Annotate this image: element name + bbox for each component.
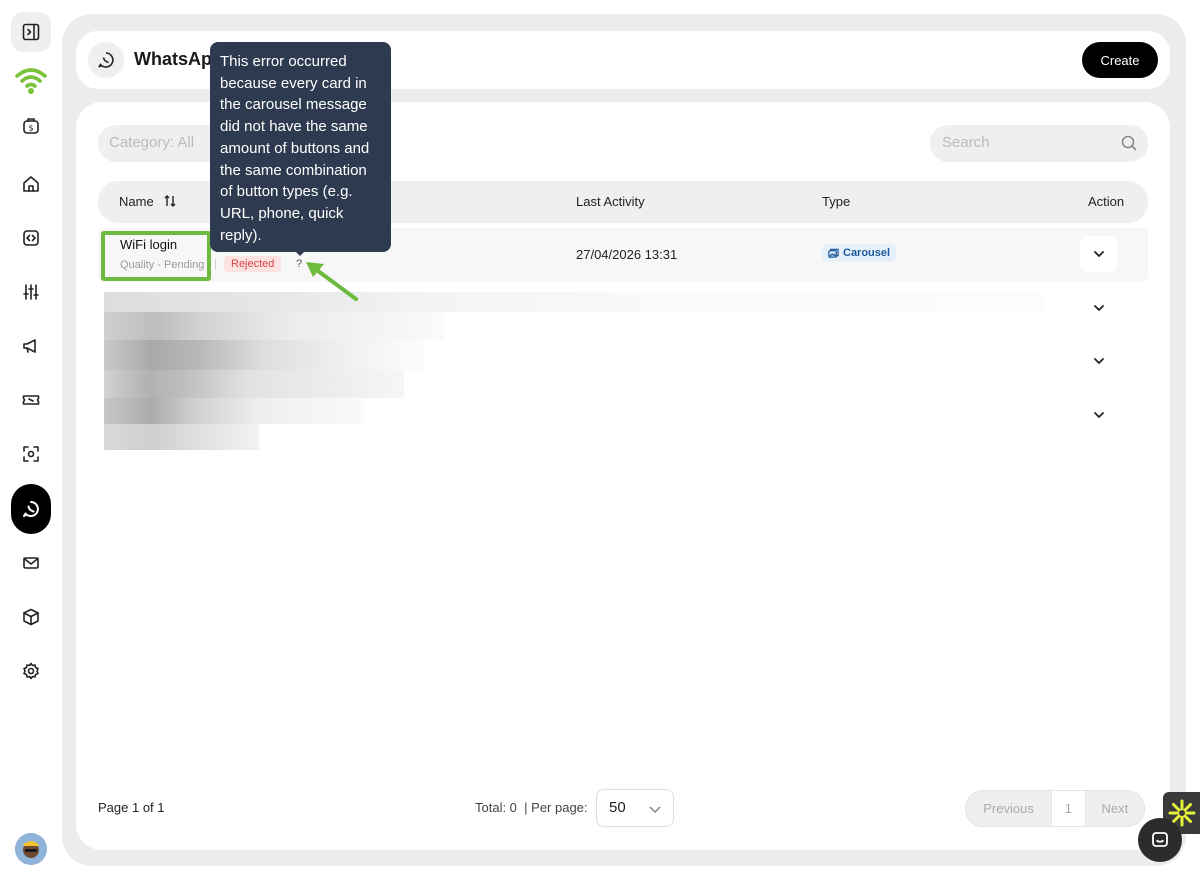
box-icon[interactable] (11, 597, 51, 637)
search-input[interactable]: Search (930, 125, 1148, 162)
total-count: Total: 0 | Per page: (475, 800, 588, 815)
column-header-name[interactable]: Name (119, 194, 177, 211)
billing-icon[interactable]: $ (11, 106, 51, 146)
home-icon[interactable] (11, 164, 51, 204)
carousel-icon (828, 248, 839, 258)
column-header-action: Action (1088, 194, 1125, 209)
sidebar: $ (0, 0, 62, 880)
rejected-badge: Rejected (224, 256, 282, 272)
type-badge: Carousel (822, 244, 897, 262)
svg-text:$: $ (28, 124, 33, 133)
last-activity: 27/04/2026 13:31 (576, 247, 678, 262)
chat-support-button[interactable] (1138, 818, 1182, 862)
whatsapp-logo-icon (88, 42, 124, 78)
column-header-last-activity: Last Activity (576, 194, 645, 209)
chevron-down-icon (647, 801, 663, 817)
next-button[interactable]: Next (1086, 791, 1144, 826)
sliders-icon[interactable] (11, 272, 51, 312)
chevron-down-icon[interactable] (1090, 406, 1108, 424)
scan-icon[interactable] (11, 434, 51, 474)
chevron-down-icon (1093, 251, 1104, 257)
type-label: Carousel (843, 247, 891, 259)
sort-icon[interactable] (163, 194, 177, 211)
search-placeholder: Search (942, 134, 990, 151)
row-expand-button[interactable] (1080, 236, 1117, 272)
chevron-down-icon[interactable] (1090, 352, 1108, 370)
ticket-icon[interactable] (11, 380, 51, 420)
create-button[interactable]: Create (1082, 42, 1158, 78)
settings-icon[interactable] (11, 651, 51, 691)
code-icon[interactable] (11, 218, 51, 258)
error-tooltip: This error occurred because every card i… (210, 42, 391, 252)
annotation-arrow-icon (306, 262, 358, 301)
pagination: Previous 1 Next (965, 790, 1145, 827)
per-page-value: 50 (609, 799, 626, 816)
chat-icon (1152, 832, 1168, 847)
mail-icon[interactable] (11, 543, 51, 583)
separator: | (214, 258, 217, 270)
previous-button[interactable]: Previous (966, 791, 1051, 826)
whatsapp-icon[interactable] (11, 484, 51, 534)
column-header-type: Type (822, 194, 851, 209)
wifi-logo-icon[interactable] (11, 60, 51, 100)
megaphone-icon[interactable] (11, 326, 51, 366)
user-avatar[interactable] (15, 833, 47, 865)
search-icon[interactable] (1120, 134, 1138, 152)
page-info: Page 1 of 1 (98, 800, 165, 815)
template-name: WiFi login (120, 237, 178, 252)
redacted-rows (104, 292, 1044, 450)
page-number-button[interactable]: 1 (1051, 791, 1086, 826)
chevron-down-icon[interactable] (1090, 299, 1108, 317)
quality-status: Quality - Pending (120, 259, 205, 271)
per-page-select[interactable]: 50 (596, 789, 674, 827)
sidebar-toggle-icon[interactable] (11, 12, 51, 52)
